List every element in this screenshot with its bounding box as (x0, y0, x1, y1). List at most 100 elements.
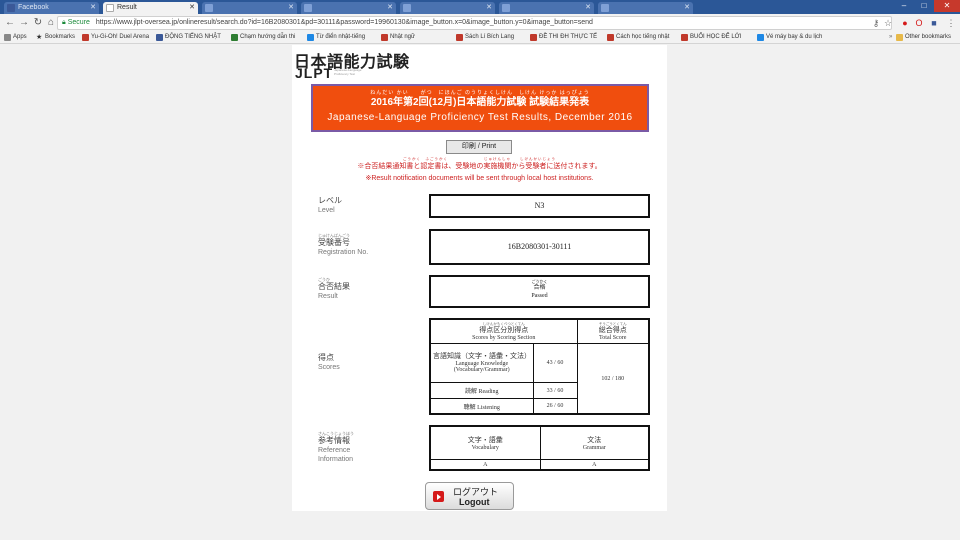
notice-furigana: ごうかく ふごうかく じゅけんしゃ しけんかいじょう (403, 157, 556, 161)
tab-close-icon[interactable]: ✕ (486, 2, 492, 14)
table-header-row: 文字・語彙 Vocabulary 文法 Grammar (429, 425, 650, 461)
vocabulary-header: 文字・語彙 Vocabulary (429, 425, 541, 461)
extension-icon[interactable]: ■ (928, 17, 940, 29)
youtube-icon (456, 34, 463, 41)
section-score: 26 / 60 (532, 398, 578, 415)
maximize-button[interactable]: □ (914, 0, 934, 12)
window-controls: – □ ✕ (894, 0, 960, 12)
forward-arrow-icon[interactable]: → (18, 17, 30, 29)
bookmark-apps[interactable]: Apps (4, 32, 27, 43)
reference-table: 文字・語彙 Vocabulary 文法 Grammar A A (429, 425, 650, 471)
banner-title-english: Japanese-Language Proficiency Test Resul… (327, 112, 633, 123)
tab-close-icon[interactable]: ✕ (288, 2, 294, 14)
bookmark-item[interactable]: Nhật ngữ (381, 32, 415, 43)
result-value: ごうかく 合格 Passed (429, 275, 650, 308)
vocabulary-grade: A (429, 458, 541, 471)
minimize-button[interactable]: – (894, 0, 914, 12)
url-text: https://www.jlpt-oversea.jp/onlineresult… (95, 19, 593, 26)
table-header-row: しけんかもくべつとくてん 得点区分別得点 Scores by Scoring S… (429, 318, 650, 345)
key-icon[interactable]: ⚷ (870, 17, 882, 29)
result-english: Passed (531, 293, 548, 299)
tab-6[interactable]: ✕ (499, 2, 594, 14)
close-window-button[interactable]: ✕ (934, 0, 960, 12)
page-icon (601, 4, 609, 12)
bookmark-bookmarks[interactable]: ★ Bookmarks (36, 32, 75, 43)
youtube-icon (530, 34, 537, 41)
scores-table: しけんかもくべつとくてん 得点区分別得点 Scores by Scoring S… (429, 318, 650, 415)
bookmark-item[interactable]: BUỔI HỌC ĐỂ LỚI (681, 32, 742, 43)
site-icon (231, 34, 238, 41)
tab-strip: Facebook ✕ Result ✕ ✕ ✕ ✕ ✕ ✕ – □ ✕ (0, 0, 960, 14)
tab-close-icon[interactable]: ✕ (90, 2, 96, 14)
banner-title-japanese: 2016年第2回(12月)日本語能力試験 試験結果発表 (370, 97, 590, 108)
section-name: 読解 Reading (429, 381, 534, 400)
logout-label-english: Logout (459, 497, 490, 507)
tab-4[interactable]: ✕ (301, 2, 396, 14)
tab-close-icon[interactable]: ✕ (189, 2, 195, 14)
print-button[interactable]: 印刷 / Print (446, 140, 512, 154)
reference-label: さんこうじょうほう 参考情報 Reference Information (318, 431, 354, 463)
page-icon (304, 4, 312, 12)
tab-result[interactable]: Result ✕ (103, 2, 198, 14)
table-row: 言語知識（文字・語彙・文法） Language Knowledge (Vocab… (429, 343, 650, 415)
registration-number-value: 16B2080301-30111 (429, 229, 650, 265)
tab-close-icon[interactable]: ✕ (387, 2, 393, 14)
site-icon (82, 34, 89, 41)
logout-label-japanese: ログアウト (453, 487, 499, 497)
tab-5[interactable]: ✕ (400, 2, 495, 14)
tab-3[interactable]: ✕ (202, 2, 297, 14)
logout-button[interactable]: ログアウト Logout (425, 482, 514, 510)
logout-icon (433, 491, 444, 502)
tab-facebook[interactable]: Facebook ✕ (4, 2, 99, 14)
bookmark-item[interactable]: Sách Lí Bích Lang (456, 32, 514, 43)
youtube-icon (607, 34, 614, 41)
bookmark-item[interactable]: Cách học tiếng nhật (607, 32, 669, 43)
tab-7[interactable]: ✕ (598, 2, 693, 14)
jlpt-logo: JLPT (295, 65, 334, 81)
opera-icon[interactable]: O (913, 17, 925, 29)
facebook-icon (156, 34, 163, 41)
star-icon: ★ (36, 34, 43, 41)
bookmark-item[interactable]: ĐỘNG TIẾNG NHẬT (156, 32, 221, 43)
section-name: 聴解 Listening (429, 398, 534, 415)
home-icon[interactable]: ⌂ (45, 17, 57, 29)
result-japanese: 合格 (533, 285, 546, 291)
results-banner: ねんだい かい がつ にほんご のうりょくしけん しけん けっか はっぴょう 2… (311, 84, 649, 132)
tab-close-icon[interactable]: ✕ (585, 2, 591, 14)
site-icon (307, 34, 314, 41)
total-score-header: そうごうとくてん 総合得点 Total Score (576, 318, 650, 345)
youtube-icon (381, 34, 388, 41)
grammar-header: 文法 Grammar (539, 425, 650, 461)
bookmark-item[interactable]: Vé máy bay & du lịch (757, 32, 822, 43)
table-row: A A (429, 458, 650, 471)
extension-icon[interactable]: ● (899, 17, 911, 29)
tab-title: Facebook (18, 4, 49, 11)
back-arrow-icon[interactable]: ← (4, 17, 16, 29)
total-score-value: 102 / 180 (576, 343, 650, 415)
notice-japanese: ※合否結果通知書と認定書は、受験地の実施機関から受験者に送付されます。 (357, 163, 602, 170)
notice-english: ※Result notification documents will be s… (365, 175, 594, 182)
apps-grid-icon (4, 34, 11, 41)
address-bar[interactable]: 🔒︎ Secure https://www.jlpt-oversea.jp/on… (57, 16, 892, 30)
banner-furigana: ねんだい かい がつ にほんご のうりょくしけん しけん けっか はっぴょう (370, 90, 590, 96)
page-icon (106, 4, 114, 12)
section-scores-header: しけんかもくべつとくてん 得点区分別得点 Scores by Scoring S… (429, 318, 578, 345)
section-score: 33 / 60 (532, 381, 578, 400)
bookmark-item[interactable]: ĐỀ THI ĐH THỰC TẾ (530, 32, 597, 43)
bookmark-item[interactable]: Từ điển nhật-tiếng (307, 32, 365, 43)
bookmarks-overflow-icon[interactable]: » (880, 32, 892, 43)
tab-close-icon[interactable]: ✕ (684, 2, 690, 14)
page-icon (205, 4, 213, 12)
lock-icon: 🔒︎ (62, 19, 66, 26)
youtube-icon (681, 34, 688, 41)
reload-icon[interactable]: ↻ (32, 17, 44, 29)
bookmark-star-icon[interactable]: ☆ (882, 17, 894, 29)
tab-title: Result (117, 4, 137, 11)
bookmark-item[interactable]: Chạm hướng dẫn thi (231, 32, 295, 43)
bookmark-item[interactable]: Yu-Gi-Oh! Duel Arena (82, 32, 149, 43)
bookmark-other[interactable]: Other bookmarks (896, 32, 951, 43)
bookmarks-bar: Apps ★ Bookmarks Yu-Gi-Oh! Duel Arena ĐỘN… (0, 32, 960, 44)
facebook-icon (7, 4, 15, 12)
menu-dots-icon[interactable]: ⋮ (945, 17, 957, 29)
registration-label: じゅけんばんごう 受験番号 Registration No. (318, 233, 369, 256)
